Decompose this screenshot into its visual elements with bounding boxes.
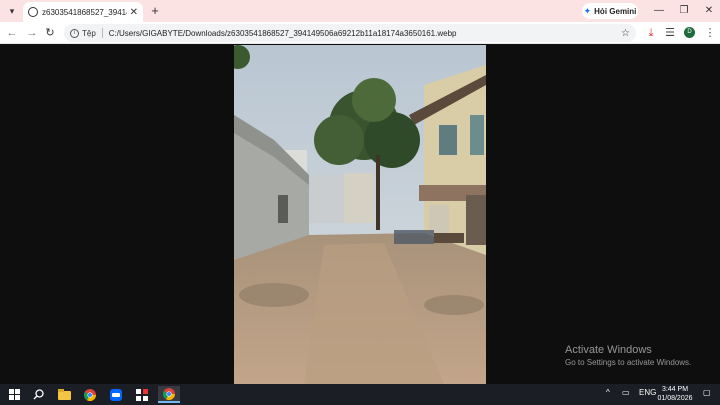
restore-icon: ❐ — [679, 5, 689, 16]
download-icon: ⤓ — [648, 27, 654, 39]
taskbar-app[interactable] — [133, 386, 151, 403]
sparkle-icon: ✦ — [583, 5, 592, 16]
profile-avatar[interactable]: D — [684, 27, 695, 38]
notifications-button[interactable]: ▢ — [703, 388, 711, 397]
toolbar: ← → ↻ i Tệp C:/Users/GIGABYTE/Downloads/… — [0, 22, 720, 44]
chevron-down-icon: ▾ — [9, 5, 15, 16]
start-button[interactable] — [5, 386, 23, 403]
playlist-icon: ☰ — [665, 27, 675, 39]
notification-icon: ▢ — [703, 388, 711, 397]
tab-close-icon[interactable]: ✕ — [130, 7, 138, 18]
downloads-button[interactable]: ⤓ — [643, 25, 659, 41]
forward-button[interactable]: → — [24, 25, 40, 41]
language-indicator[interactable]: ENG — [639, 388, 656, 397]
clock-time: 3:44 PM — [661, 386, 689, 393]
chrome-icon — [84, 388, 96, 401]
street-photo[interactable] — [234, 45, 486, 384]
menu-button[interactable]: ⋮ — [702, 25, 718, 41]
watermark-subtitle: Go to Settings to activate Windows. — [565, 358, 692, 367]
taskbar: ^ ▭ ENG 3:44 PM 01/08/2026 ▢ — [0, 384, 720, 405]
reload-icon: ↻ — [45, 27, 55, 39]
battery-icon: ▭ — [622, 388, 630, 397]
kebab-menu-icon: ⋮ — [704, 27, 716, 39]
divider — [101, 28, 103, 38]
close-icon: ✕ — [704, 5, 714, 16]
app-grid-icon — [136, 388, 148, 401]
maximize-button[interactable]: ❐ — [673, 3, 695, 19]
zalo-icon — [110, 388, 122, 401]
gemini-button[interactable]: ✦ Hỏi Gemini — [582, 3, 638, 19]
minimize-icon: — — [654, 5, 664, 16]
media-button[interactable]: ☰ — [662, 25, 678, 41]
minimize-button[interactable]: — — [648, 3, 670, 19]
taskbar-chrome-profile[interactable] — [158, 386, 180, 403]
taskbar-file-explorer[interactable] — [55, 386, 73, 403]
activate-windows-watermark: Activate Windows Go to Settings to activ… — [565, 344, 691, 367]
folder-icon — [57, 389, 71, 400]
tab-image[interactable]: z6303541868527_394149506a... ✕ — [23, 2, 143, 22]
globe-icon — [28, 7, 38, 17]
tab-strip: ▾ z6303541868527_394149506a... ✕ + ✦ Hỏi… — [0, 0, 720, 22]
clock-date: 01/08/2026 — [657, 394, 693, 402]
arrow-right-icon: → — [26, 27, 38, 39]
star-icon[interactable]: ☆ — [621, 28, 630, 39]
gemini-label: Hỏi Gemini — [594, 6, 637, 16]
tab-search-button[interactable]: ▾ — [4, 3, 20, 19]
close-window-button[interactable]: ✕ — [698, 3, 720, 19]
watermark-title: Activate Windows — [565, 344, 652, 356]
tab-title: z6303541868527_394149506a... — [42, 7, 127, 17]
photo-drawing — [234, 45, 486, 384]
chrome-profile-icon — [163, 387, 175, 400]
info-icon[interactable]: i — [70, 28, 79, 38]
new-tab-button[interactable]: + — [148, 3, 162, 19]
tray-overflow-button[interactable]: ^ — [606, 388, 610, 397]
windows-icon — [8, 389, 20, 400]
file-chip[interactable]: Tệp — [82, 29, 96, 38]
plus-icon: + — [151, 3, 159, 18]
tray-network-button[interactable]: ▭ — [622, 388, 630, 397]
arrow-left-icon: ← — [6, 27, 18, 39]
taskbar-zalo[interactable] — [107, 386, 125, 403]
address-bar[interactable]: i Tệp C:/Users/GIGABYTE/Downloads/z63035… — [64, 24, 636, 42]
taskbar-search-button[interactable] — [29, 386, 47, 403]
search-icon — [33, 389, 44, 400]
reload-button[interactable]: ↻ — [42, 25, 58, 41]
image-viewer — [0, 45, 720, 384]
back-button[interactable]: ← — [4, 25, 20, 41]
taskbar-clock[interactable]: 3:44 PM 01/08/2026 — [655, 386, 695, 403]
chevron-up-icon: ^ — [606, 388, 610, 397]
url-text[interactable]: C:/Users/GIGABYTE/Downloads/z63035418685… — [109, 29, 621, 38]
taskbar-chrome[interactable] — [81, 386, 99, 403]
